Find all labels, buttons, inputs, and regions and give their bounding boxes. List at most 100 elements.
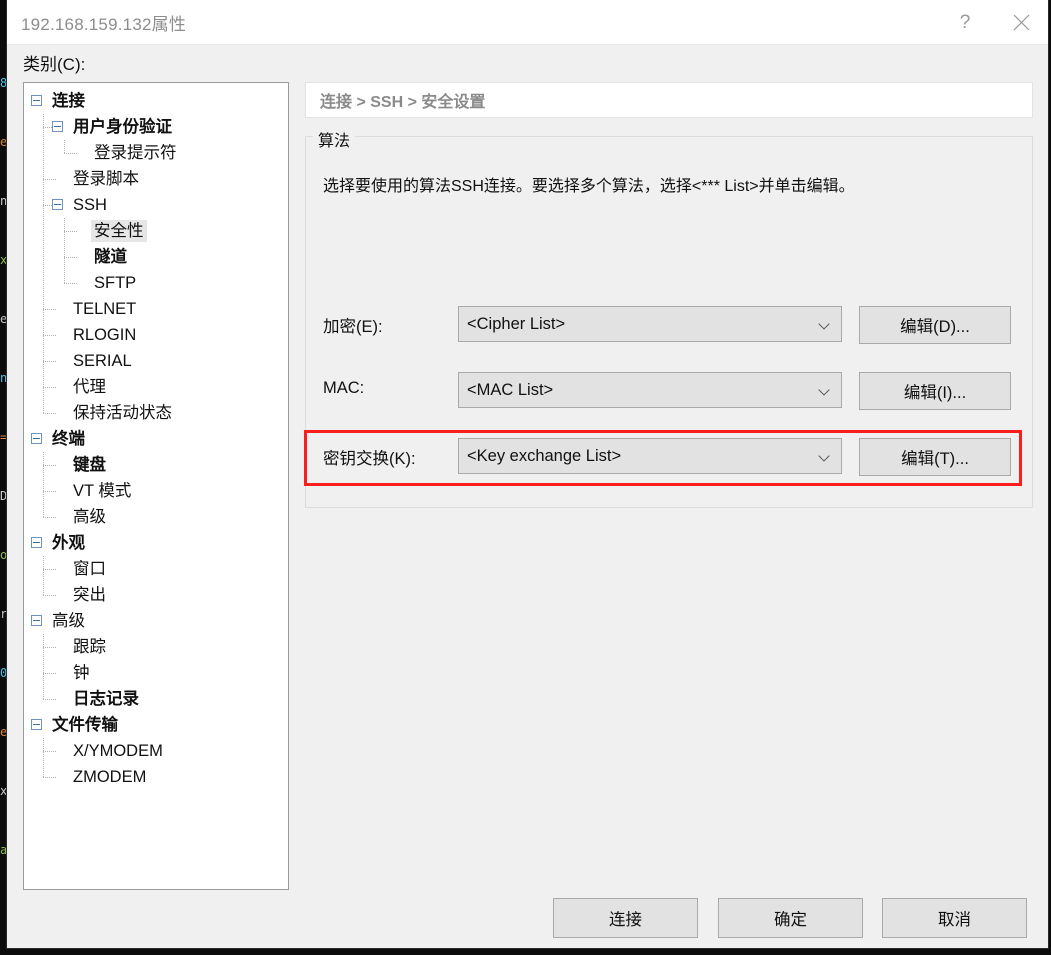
- tree-item-label: 日志记录: [73, 690, 139, 708]
- tree-item-label: 终端: [52, 430, 85, 448]
- tree-item-19[interactable]: 突出: [24, 582, 288, 608]
- tree-item-label: 窗口: [73, 560, 106, 578]
- tree-guide-line: [43, 569, 57, 570]
- tree-guide-line: [64, 283, 78, 284]
- tree-item-13[interactable]: 终端: [24, 426, 288, 452]
- tree-item-label: 钟: [73, 664, 90, 682]
- help-button[interactable]: ?: [942, 0, 988, 44]
- tree-guide-line: [43, 699, 57, 700]
- key-exchange-edit-button[interactable]: 编辑(T)...: [859, 438, 1011, 476]
- breadcrumb-bar: 连接 > SSH > 安全设置: [305, 82, 1033, 118]
- field-row-key-exchange: 密钥交换(K): <Key exchange List> 编辑(T)...: [305, 438, 1033, 476]
- tree-item-label: SERIAL: [73, 352, 132, 370]
- key-exchange-label: 密钥交换(K):: [323, 450, 416, 468]
- tree-item-23[interactable]: 日志记录: [24, 686, 288, 712]
- tree-item-9[interactable]: RLOGIN: [24, 322, 288, 348]
- breadcrumb: 连接 > SSH > 安全设置: [320, 94, 486, 111]
- ok-button[interactable]: 确定: [718, 898, 863, 938]
- tree-guide-line: [43, 673, 57, 674]
- key-exchange-combobox[interactable]: <Key exchange List>: [458, 438, 842, 474]
- tree-expander-collapse-icon[interactable]: [52, 121, 63, 132]
- tree-guide-line: [64, 140, 65, 153]
- tree-item-4[interactable]: SSH: [24, 192, 288, 218]
- chevron-down-icon[interactable]: [820, 452, 831, 459]
- tree-guide-line: [43, 452, 44, 517]
- tree-item-18[interactable]: 窗口: [24, 556, 288, 582]
- tree-item-label: 外观: [52, 534, 85, 552]
- tree-guide-line: [43, 465, 57, 466]
- tree-item-label: 突出: [73, 586, 106, 604]
- tree-guide-line: [43, 114, 44, 413]
- tree-item-14[interactable]: 键盘: [24, 452, 288, 478]
- tree-guide-line: [43, 738, 44, 777]
- tree-guide-line: [43, 309, 57, 310]
- tree-expander-collapse-icon[interactable]: [31, 95, 42, 106]
- mac-combobox[interactable]: <MAC List>: [458, 372, 842, 408]
- tree-guide-line: [64, 153, 78, 154]
- tree-item-label: X/YMODEM: [73, 742, 163, 760]
- tree-guide-line: [43, 751, 57, 752]
- tree-item-25[interactable]: X/YMODEM: [24, 738, 288, 764]
- tree-item-15[interactable]: VT 模式: [24, 478, 288, 504]
- cipher-combobox[interactable]: <Cipher List>: [458, 306, 842, 342]
- tree-expander-collapse-icon[interactable]: [31, 537, 42, 548]
- tree-guide-line: [43, 777, 57, 778]
- tree-item-16[interactable]: 高级: [24, 504, 288, 530]
- tree-expander-collapse-icon[interactable]: [31, 719, 42, 730]
- field-row-cipher: 加密(E): <Cipher List> 编辑(D)...: [305, 306, 1033, 344]
- field-row-mac: MAC: <MAC List> 编辑(I)...: [305, 372, 1033, 410]
- tree-item-label: 跟踪: [73, 638, 106, 656]
- chevron-down-icon[interactable]: [820, 386, 831, 393]
- tree-item-11[interactable]: 代理: [24, 374, 288, 400]
- tree-expander-collapse-icon[interactable]: [31, 433, 42, 444]
- tree-guide-line: [43, 634, 44, 699]
- tree-item-label: 用户身份验证: [73, 118, 172, 136]
- tree-item-10[interactable]: SERIAL: [24, 348, 288, 374]
- tree-item-label: 高级: [52, 612, 85, 630]
- question-mark-icon: ?: [959, 11, 971, 33]
- tree-item-label: 安全性: [91, 220, 147, 242]
- tree-item-label: 保持活动状态: [73, 404, 172, 422]
- tree-item-12[interactable]: 保持活动状态: [24, 400, 288, 426]
- chevron-down-icon[interactable]: [820, 320, 831, 327]
- close-button[interactable]: [998, 0, 1044, 44]
- tree-item-22[interactable]: 钟: [24, 660, 288, 686]
- cipher-edit-button[interactable]: 编辑(D)...: [859, 306, 1011, 344]
- close-icon: [1013, 14, 1029, 30]
- tree-item-26[interactable]: ZMODEM: [24, 764, 288, 790]
- properties-dialog: 192.168.159.132属性 ? 类别(C): 连接 用户身份验证 登录提示符…: [6, 0, 1049, 949]
- tree-item-17[interactable]: 外观: [24, 530, 288, 556]
- cipher-combobox-value: <Cipher List>: [467, 315, 566, 333]
- tree-guide-line: [43, 361, 57, 362]
- tree-guide-line: [43, 413, 57, 414]
- mac-edit-button[interactable]: 编辑(I)...: [859, 372, 1011, 410]
- title-bar: 192.168.159.132属性 ?: [7, 0, 1048, 45]
- tree-expander-collapse-icon[interactable]: [52, 199, 63, 210]
- category-label: 类别(C):: [23, 55, 86, 74]
- tree-item-24[interactable]: 文件传输: [24, 712, 288, 738]
- tree-guide-line: [64, 257, 78, 258]
- tree-guide-line: [43, 556, 44, 595]
- tree-item-20[interactable]: 高级: [24, 608, 288, 634]
- window-title: 192.168.159.132属性: [21, 15, 187, 34]
- tree-item-label: 键盘: [73, 456, 106, 474]
- tree-guide-line: [64, 218, 65, 283]
- tree-item-3[interactable]: 登录脚本: [24, 166, 288, 192]
- tree-item-label: 隧道: [94, 248, 127, 266]
- category-tree[interactable]: 连接 用户身份验证 登录提示符 登录脚本 SSH 安全性 隧道 SFTP TELNET RLOGI…: [23, 82, 289, 890]
- tree-item-label: 连接: [52, 92, 85, 110]
- connect-button[interactable]: 连接: [553, 898, 698, 938]
- cipher-label: 加密(E):: [323, 318, 383, 336]
- tree-item-label: 代理: [73, 378, 106, 396]
- tree-item-8[interactable]: TELNET: [24, 296, 288, 322]
- tree-item-label: 登录脚本: [73, 170, 139, 188]
- tree-guide-line: [43, 491, 57, 492]
- tree-item-1[interactable]: 用户身份验证: [24, 114, 288, 140]
- tree-item-21[interactable]: 跟踪: [24, 634, 288, 660]
- tree-item-label: TELNET: [73, 300, 137, 318]
- tree-expander-collapse-icon[interactable]: [31, 615, 42, 626]
- cancel-button[interactable]: 取消: [882, 898, 1027, 938]
- tree-item-label: SFTP: [94, 274, 137, 292]
- tree-item-0[interactable]: 连接: [24, 88, 288, 114]
- tree-guide-line: [43, 179, 57, 180]
